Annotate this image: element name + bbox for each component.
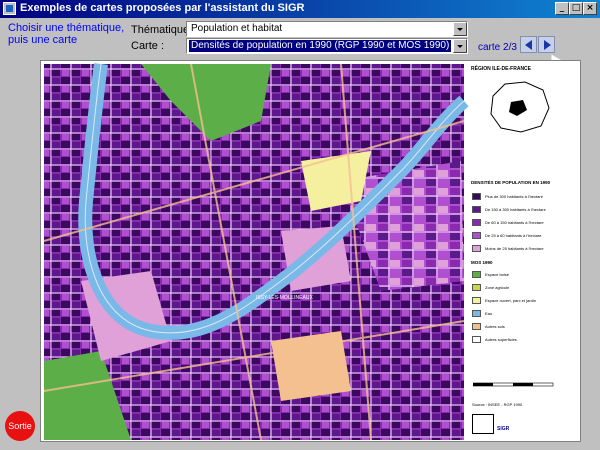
close-icon[interactable]: × [583, 2, 597, 15]
legend-item: De 150 à 300 habitants à l'hectare [472, 205, 576, 214]
minimize-icon[interactable]: _ [555, 2, 569, 15]
legend-title: RÉGION ILE-DE-FRANCE [471, 66, 531, 72]
next-map-button[interactable] [538, 36, 555, 53]
maximize-icon[interactable]: □ [569, 2, 583, 15]
intro-text: Choisir une thématique, puis une carte [8, 22, 125, 46]
legend-item: Espace ouvert, parc et jardin [472, 296, 576, 305]
legend-item: Espace boisé [472, 270, 576, 279]
legend-item: Autres sols [472, 322, 576, 331]
legend-section2-title: MOS 1990 [471, 260, 493, 265]
legend-item: Moins de 25 habitants à l'hectare [472, 244, 576, 253]
sigr-logo-text: SIGR [497, 426, 510, 432]
title-bar: Exemples de cartes proposées par l'assis… [0, 0, 600, 18]
legend-item: Autres superficies [472, 335, 576, 344]
window-title: Exemples de cartes proposées par l'assis… [20, 2, 305, 14]
legend-item: De 25 à 60 habitants à l'hectare [472, 231, 576, 240]
place-label: ISSY-LES-MOULINEAUX [256, 295, 313, 301]
legend-item: Plus de 300 habitants à l'hectare [472, 192, 576, 201]
region-outline-map [490, 81, 550, 133]
carte-value: Densités de population en 1990 (RGP 1990… [189, 40, 452, 52]
legend-section1-title: DENSITÉS DE POPULATION EN 1990 [471, 180, 551, 185]
map-legend: RÉGION ILE-DE-FRANCE DENSITÉS DE POPULAT… [465, 62, 579, 440]
sortie-button[interactable]: Sortie [5, 411, 35, 441]
chevron-down-icon[interactable] [453, 22, 467, 36]
prev-map-button[interactable] [520, 36, 537, 53]
institute-logo [472, 414, 494, 434]
chevron-down-icon[interactable] [453, 39, 467, 53]
app-icon [3, 2, 16, 15]
scale-bar [473, 382, 554, 387]
triangle-left-icon [525, 40, 532, 50]
carte-label: Carte : [131, 40, 165, 52]
thematique-value: Population et habitat [191, 23, 283, 34]
thematique-select[interactable]: Population et habitat [186, 21, 468, 37]
legend-item: Zone agricole [472, 283, 576, 292]
carte-select[interactable]: Densités de population en 1990 (RGP 1990… [186, 38, 468, 54]
map-counter: carte 2/3 [478, 42, 517, 53]
source-text: Source : INSEE - RGP 1990 [472, 402, 523, 407]
triangle-right-icon [544, 40, 551, 50]
legend-item: Eau [472, 309, 576, 318]
legend-item: De 60 à 150 habitants à l'hectare [472, 218, 576, 227]
